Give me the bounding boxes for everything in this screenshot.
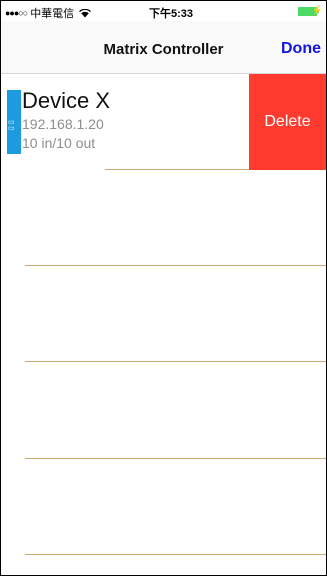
delete-button[interactable]: Delete <box>249 74 326 170</box>
status-left: ●●●○○ 中華電信 <box>5 5 92 21</box>
carrier-name: 中華電信 <box>30 8 75 20</box>
signal-strength-icon: ●●●○○ <box>5 8 28 18</box>
row-divider <box>25 458 326 459</box>
device-type-icon: ▭ ▭ <box>8 119 15 132</box>
navigation-bar: Matrix Controller Done <box>1 21 326 74</box>
row-divider <box>25 265 326 266</box>
page-title: Matrix Controller <box>103 41 224 58</box>
row-divider <box>105 169 249 170</box>
device-io-count: 10 in/10 out <box>22 135 96 151</box>
row-divider <box>25 361 326 362</box>
charging-icon: ⚡ <box>311 5 323 15</box>
app-screen: ●●●○○ 中華電信 下午5:33 ⚡ Matrix Controller Do… <box>0 0 327 576</box>
wifi-icon <box>79 8 92 18</box>
device-name: Device X <box>22 88 111 113</box>
status-time: 下午5:33 <box>149 8 194 20</box>
device-row[interactable]: ▭ ▭ Device X 192.168.1.20 10 in/10 out De… <box>1 74 326 170</box>
done-button[interactable]: Done <box>281 40 321 58</box>
status-bar: ●●●○○ 中華電信 下午5:33 ⚡ <box>1 1 326 21</box>
device-ip-address: 192.168.1.20 <box>22 116 104 132</box>
row-divider <box>25 554 326 555</box>
